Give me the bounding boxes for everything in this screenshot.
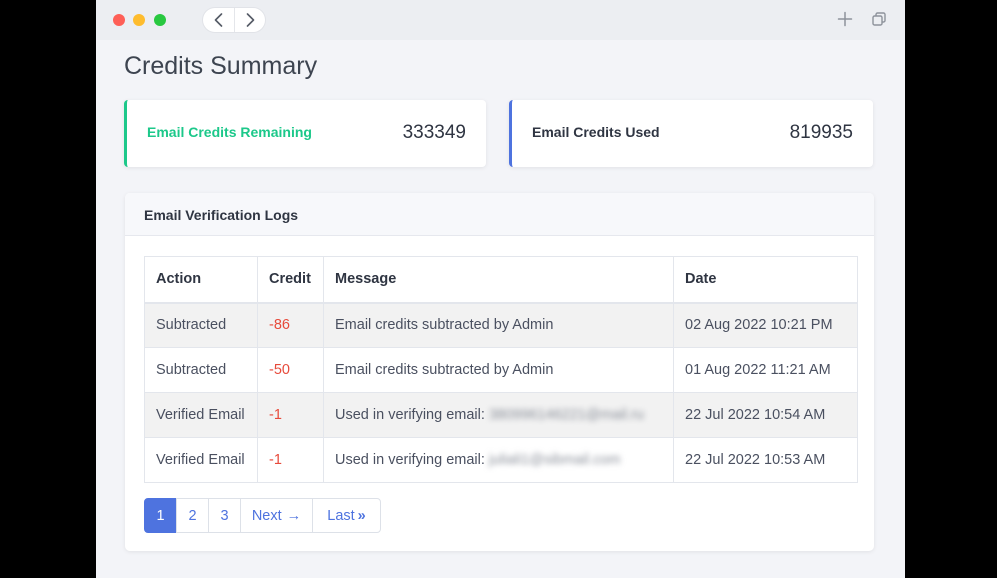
pagination: 1 2 3 Next → Last»	[144, 498, 381, 533]
message-text: Used in verifying email:	[335, 407, 485, 423]
cell-credit: -50	[257, 347, 324, 393]
copy-icon[interactable]	[871, 11, 887, 27]
chevron-left-icon	[214, 13, 223, 27]
cell-message: Email credits subtracted by Admin	[323, 347, 674, 393]
title-bar	[96, 0, 905, 40]
column-header-date: Date	[673, 256, 858, 304]
page-3-button[interactable]: 3	[208, 498, 241, 533]
cell-message: Email credits subtracted by Admin	[323, 302, 674, 348]
back-button[interactable]	[203, 8, 234, 32]
table-row: Verified Email -1 Used in verifying emai…	[144, 392, 858, 438]
cell-action: Verified Email	[144, 392, 258, 438]
column-header-message: Message	[323, 256, 674, 304]
credits-used-card: Email Credits Used 819935	[509, 100, 873, 167]
cell-credit: -1	[257, 437, 324, 483]
credits-remaining-value: 333349	[402, 122, 466, 143]
next-label: Next	[251, 507, 282, 524]
credits-used-label: Email Credits Used	[532, 124, 660, 140]
cell-date: 22 Jul 2022 10:53 AM	[673, 437, 858, 483]
credits-used-value: 819935	[789, 122, 853, 143]
logs-table: Action Credit Message Date Subtracted -8…	[144, 256, 858, 483]
cell-credit: -1	[257, 392, 324, 438]
page-2-button[interactable]: 2	[176, 498, 209, 533]
cell-date: 22 Jul 2022 10:54 AM	[673, 392, 858, 438]
arrow-right-icon: →	[286, 507, 302, 524]
page-1-button[interactable]: 1	[144, 498, 177, 533]
verification-logs-panel: Email Verification Logs Action Credit Me…	[125, 193, 874, 551]
table-row: Subtracted -50 Email credits subtracted …	[144, 347, 858, 393]
panel-header: Email Verification Logs	[125, 193, 874, 236]
table-row: Verified Email -1 Used in verifying emai…	[144, 437, 858, 483]
blurred-email: 380996146221@mail.ru	[488, 407, 644, 423]
minimize-window-button[interactable]	[133, 14, 145, 26]
column-header-credit: Credit	[257, 256, 324, 304]
maximize-window-button[interactable]	[154, 14, 166, 26]
table-row: Subtracted -86 Email credits subtracted …	[144, 302, 858, 348]
forward-button[interactable]	[234, 8, 265, 32]
history-navigation	[203, 8, 265, 32]
cell-action: Verified Email	[144, 437, 258, 483]
table-header-row: Action Credit Message Date	[144, 256, 858, 304]
credits-remaining-card: Email Credits Remaining 333349	[124, 100, 486, 167]
double-chevron-right-icon: »	[357, 507, 366, 524]
last-label: Last	[327, 507, 355, 524]
credits-remaining-label: Email Credits Remaining	[147, 124, 312, 140]
cell-message: Used in verifying email: 380996146221@ma…	[323, 392, 674, 438]
cell-message: Used in verifying email: juliali1@sibmai…	[323, 437, 674, 483]
blurred-email: juliali1@sibmail.com	[488, 452, 621, 468]
message-text: Email credits subtracted by Admin	[335, 317, 554, 334]
cell-credit: -86	[257, 302, 324, 348]
browser-window: Credits Summary Email Credits Remaining …	[96, 0, 905, 578]
cell-date: 02 Aug 2022 10:21 PM	[673, 302, 858, 348]
plus-icon[interactable]	[837, 11, 853, 27]
cell-action: Subtracted	[144, 302, 258, 348]
column-header-action: Action	[144, 256, 258, 304]
panel-title: Email Verification Logs	[144, 207, 299, 223]
chevron-right-icon	[246, 13, 254, 27]
cell-date: 01 Aug 2022 11:21 AM	[673, 347, 858, 393]
next-page-button[interactable]: Next →	[240, 498, 313, 533]
last-page-button[interactable]: Last»	[312, 498, 381, 533]
message-text: Email credits subtracted by Admin	[335, 362, 554, 378]
cell-action: Subtracted	[144, 347, 258, 393]
page-title: Credits Summary	[124, 52, 318, 80]
message-text: Used in verifying email:	[335, 452, 485, 468]
close-window-button[interactable]	[113, 14, 125, 26]
